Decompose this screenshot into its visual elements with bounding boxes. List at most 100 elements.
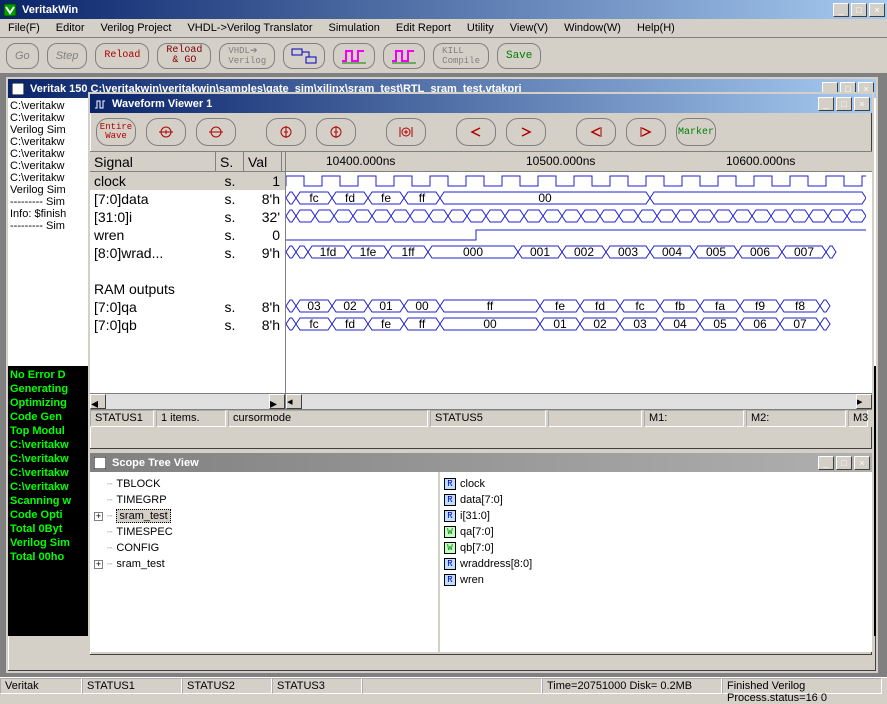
menu-windoww[interactable]: Window(W) bbox=[560, 20, 625, 36]
step-button[interactable]: Step bbox=[47, 43, 88, 69]
svg-text:ff: ff bbox=[419, 317, 426, 331]
wave-scrollbar[interactable]: ◂▸ bbox=[286, 393, 872, 409]
menu-filef[interactable]: File(F) bbox=[4, 20, 44, 36]
signal-row[interactable]: [7:0]qbs.8'h bbox=[90, 316, 285, 334]
wave-cursormode: cursormode bbox=[228, 410, 428, 427]
prev-cursor-button[interactable] bbox=[576, 118, 616, 146]
kill-compile-button[interactable]: KILL Compile bbox=[433, 43, 489, 69]
tree-item[interactable]: ┈CONFIG bbox=[94, 540, 434, 556]
menu-editor[interactable]: Editor bbox=[52, 20, 89, 36]
signal-row[interactable]: [8:0]wrad...s.9'h bbox=[90, 244, 285, 262]
svg-text:03: 03 bbox=[633, 317, 647, 331]
svg-text:f9: f9 bbox=[755, 299, 765, 313]
wave-m1: M1: bbox=[644, 410, 744, 427]
prev-edge-button[interactable] bbox=[456, 118, 496, 146]
next-cursor-button[interactable] bbox=[626, 118, 666, 146]
app-title: VeritakWin bbox=[22, 4, 833, 16]
wave-green-button[interactable] bbox=[383, 43, 425, 69]
app-titlebar: VeritakWin _ □ × bbox=[0, 0, 887, 19]
svg-text:007: 007 bbox=[794, 245, 814, 259]
signal-row[interactable]: [7:0]qas.8'h bbox=[90, 298, 285, 316]
signal-item[interactable]: Rwraddress[8:0] bbox=[444, 556, 868, 572]
wave-minimize-button[interactable]: _ bbox=[818, 97, 834, 111]
svg-text:000: 000 bbox=[463, 245, 483, 259]
status-cell: Finished Verilog Process.status=16 0 bbox=[722, 678, 882, 694]
signal-item[interactable]: Rwren bbox=[444, 572, 868, 588]
wave-canvas[interactable]: 10400.000ns10500.000ns10600.000ns fcfdfe… bbox=[286, 152, 872, 409]
svg-text:006: 006 bbox=[750, 245, 770, 259]
signal-item[interactable]: Ri[31:0] bbox=[444, 508, 868, 524]
reload-button[interactable]: Reload bbox=[95, 43, 149, 69]
menu-simulation[interactable]: Simulation bbox=[325, 20, 384, 36]
block-diagram-button[interactable] bbox=[283, 43, 325, 69]
signal-row[interactable]: RAM outputs bbox=[90, 280, 285, 298]
col-s[interactable]: S. bbox=[216, 152, 244, 171]
svg-text:00: 00 bbox=[415, 299, 429, 313]
svg-text:ff: ff bbox=[487, 299, 494, 313]
minimize-button[interactable]: _ bbox=[833, 3, 849, 17]
scope-maximize-button[interactable]: □ bbox=[836, 456, 852, 470]
signal-item[interactable]: Wqb[7:0] bbox=[444, 540, 868, 556]
menu-utility[interactable]: Utility bbox=[463, 20, 498, 36]
time-tick: 10500.000ns bbox=[526, 154, 595, 168]
scope-minimize-button[interactable]: _ bbox=[818, 456, 834, 470]
signal-item[interactable]: Rclock bbox=[444, 476, 868, 492]
go-button[interactable]: Go bbox=[6, 43, 39, 69]
sig-scrollbar[interactable]: ◂▸ bbox=[90, 393, 285, 409]
scope-title: Scope Tree View bbox=[112, 457, 818, 469]
menu-verilogproject[interactable]: Verilog Project bbox=[97, 20, 176, 36]
tree-item[interactable]: ┈TIMEGRP bbox=[94, 492, 434, 508]
wave-close-button[interactable]: × bbox=[854, 97, 870, 111]
menu-viewv[interactable]: View(V) bbox=[506, 20, 552, 36]
svg-text:01: 01 bbox=[553, 317, 567, 331]
svg-text:01: 01 bbox=[379, 299, 393, 313]
wave-icon bbox=[92, 96, 108, 112]
col-val[interactable]: Val bbox=[244, 152, 282, 171]
signal-item[interactable]: Rdata[7:0] bbox=[444, 492, 868, 508]
svg-text:02: 02 bbox=[593, 317, 607, 331]
signal-header: Signal S. Val bbox=[90, 152, 285, 172]
signal-row[interactable] bbox=[90, 262, 285, 280]
zoom-out-h-button[interactable] bbox=[196, 118, 236, 146]
waveform-window: Waveform Viewer 1 _ □ × Entire Wave Mark… bbox=[88, 92, 874, 451]
signal-row[interactable]: [31:0]is.32' bbox=[90, 208, 285, 226]
vhdl-verilog-button[interactable]: VHDL➔ Verilog bbox=[219, 43, 275, 69]
signal-row[interactable]: [7:0]datas.8'h bbox=[90, 190, 285, 208]
svg-text:003: 003 bbox=[618, 245, 638, 259]
scope-close-button[interactable]: × bbox=[854, 456, 870, 470]
marker-button[interactable]: Marker bbox=[676, 118, 716, 146]
zoom-in-h-button[interactable] bbox=[146, 118, 186, 146]
save-button[interactable]: Save bbox=[497, 43, 541, 69]
tree-item[interactable]: ┈TIMESPEC bbox=[94, 524, 434, 540]
menu-vhdlverilogtranslator[interactable]: VHDL->Verilog Translator bbox=[183, 20, 316, 36]
status-cell: Time=20751000 Disk= 0.2MB bbox=[542, 678, 722, 694]
zoom-out-v-button[interactable] bbox=[316, 118, 356, 146]
svg-text:05: 05 bbox=[713, 317, 727, 331]
status-cell: STATUS2 bbox=[182, 678, 272, 694]
svg-text:04: 04 bbox=[673, 317, 687, 331]
log-icon bbox=[10, 81, 26, 97]
wave-red-button[interactable] bbox=[333, 43, 375, 69]
wave-maximize-button[interactable]: □ bbox=[836, 97, 852, 111]
tree-item[interactable]: +┈sram_test bbox=[94, 508, 434, 524]
col-signal[interactable]: Signal bbox=[90, 152, 216, 171]
menu-editreport[interactable]: Edit Report bbox=[392, 20, 455, 36]
wave-empty bbox=[548, 410, 642, 427]
signal-item[interactable]: Wqa[7:0] bbox=[444, 524, 868, 540]
zoom-in-v-button[interactable] bbox=[266, 118, 306, 146]
menu-helph[interactable]: Help(H) bbox=[633, 20, 679, 36]
close-button[interactable]: × bbox=[869, 3, 885, 17]
signal-row[interactable]: clocks.1 bbox=[90, 172, 285, 190]
tree-item[interactable]: ┈TBLOCK bbox=[94, 476, 434, 492]
wave-status-bar: STATUS1 1 items. cursormode STATUS5 M1: … bbox=[90, 409, 872, 427]
zoom-fit-button[interactable] bbox=[386, 118, 426, 146]
tree-item[interactable]: +┈sram_test bbox=[94, 556, 434, 572]
status-cell: STATUS3 bbox=[272, 678, 362, 694]
app-icon bbox=[2, 2, 18, 18]
maximize-button[interactable]: □ bbox=[851, 3, 867, 17]
svg-text:fb: fb bbox=[675, 299, 685, 313]
reload-go-button[interactable]: Reload & GO bbox=[157, 43, 211, 69]
entire-wave-button[interactable]: Entire Wave bbox=[96, 118, 136, 146]
signal-row[interactable]: wrens.0 bbox=[90, 226, 285, 244]
next-edge-button[interactable] bbox=[506, 118, 546, 146]
